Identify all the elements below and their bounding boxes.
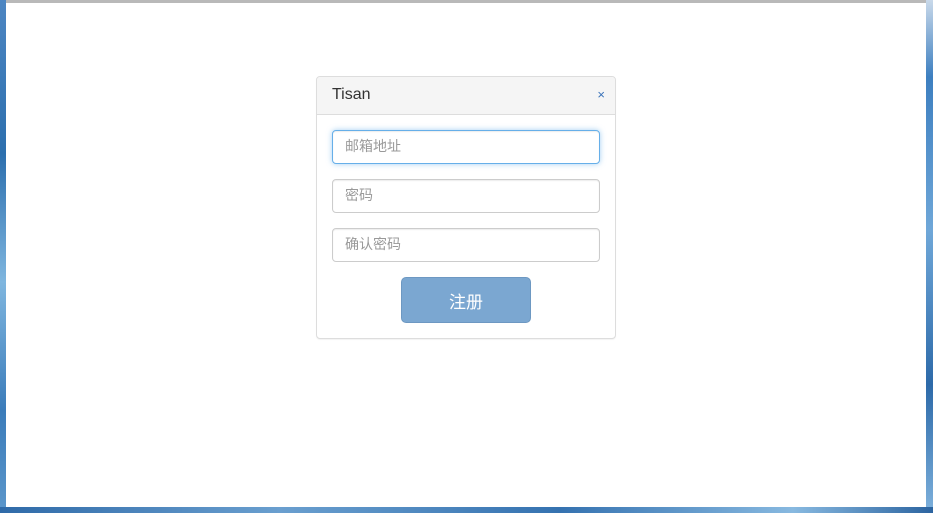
close-button[interactable]: × [597,86,605,104]
email-field[interactable] [332,130,600,164]
register-form: 注册 [317,115,615,323]
confirm-password-field[interactable] [332,228,600,262]
submit-row: 注册 [332,277,600,323]
panel-heading: Tisan × [317,77,615,115]
password-field[interactable] [332,179,600,213]
register-panel: Tisan × 注册 [316,76,616,339]
desktop-background-right [926,0,933,513]
panel-title: Tisan [332,86,371,103]
register-button[interactable]: 注册 [401,277,531,323]
browser-window: Tisan × 注册 [6,0,926,507]
desktop-background-bottom [0,507,933,513]
